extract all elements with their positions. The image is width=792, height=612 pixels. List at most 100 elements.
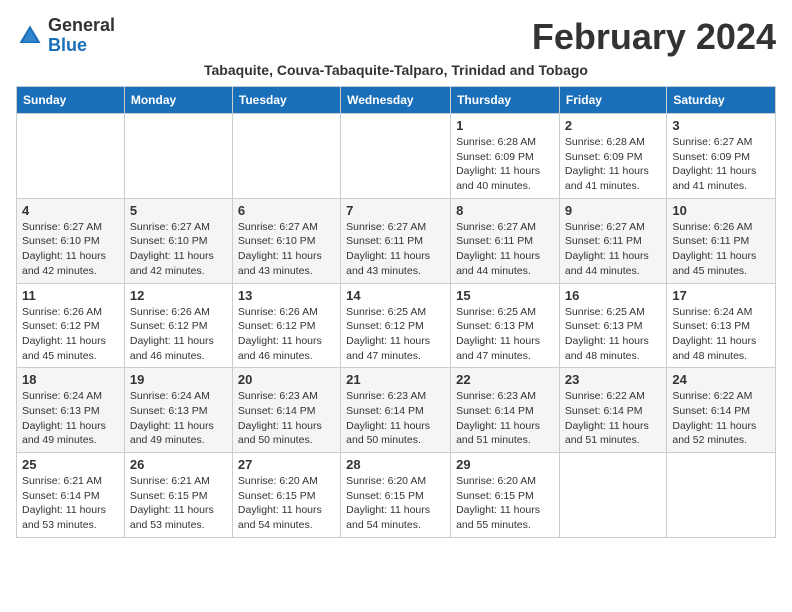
calendar-week-2: 4 Sunrise: 6:27 AM Sunset: 6:10 PM Daylig…: [17, 198, 776, 283]
day-info: Sunrise: 6:25 AM Sunset: 6:12 PM Dayligh…: [346, 305, 445, 364]
day-info: Sunrise: 6:27 AM Sunset: 6:09 PM Dayligh…: [672, 135, 770, 194]
day-info: Sunrise: 6:26 AM Sunset: 6:11 PM Dayligh…: [672, 220, 770, 279]
calendar-cell: 2 Sunrise: 6:28 AM Sunset: 6:09 PM Daylig…: [559, 114, 666, 199]
day-number: 15: [456, 288, 554, 303]
day-info: Sunrise: 6:24 AM Sunset: 6:13 PM Dayligh…: [130, 389, 227, 448]
day-number: 24: [672, 372, 770, 387]
day-info: Sunrise: 6:25 AM Sunset: 6:13 PM Dayligh…: [565, 305, 661, 364]
day-number: 26: [130, 457, 227, 472]
day-number: 4: [22, 203, 119, 218]
day-info: Sunrise: 6:28 AM Sunset: 6:09 PM Dayligh…: [456, 135, 554, 194]
calendar-cell: 5 Sunrise: 6:27 AM Sunset: 6:10 PM Daylig…: [124, 198, 232, 283]
calendar-cell: 22 Sunrise: 6:23 AM Sunset: 6:14 PM Dayli…: [451, 368, 560, 453]
day-number: 12: [130, 288, 227, 303]
calendar-cell: 14 Sunrise: 6:25 AM Sunset: 6:12 PM Dayli…: [341, 283, 451, 368]
day-info: Sunrise: 6:27 AM Sunset: 6:11 PM Dayligh…: [565, 220, 661, 279]
day-number: 25: [22, 457, 119, 472]
weekday-header-wednesday: Wednesday: [341, 87, 451, 114]
day-number: 21: [346, 372, 445, 387]
day-number: 17: [672, 288, 770, 303]
weekday-header-friday: Friday: [559, 87, 666, 114]
calendar-cell: [667, 453, 776, 538]
calendar-cell: [341, 114, 451, 199]
day-info: Sunrise: 6:22 AM Sunset: 6:14 PM Dayligh…: [565, 389, 661, 448]
day-number: 23: [565, 372, 661, 387]
day-info: Sunrise: 6:27 AM Sunset: 6:10 PM Dayligh…: [130, 220, 227, 279]
calendar-cell: 11 Sunrise: 6:26 AM Sunset: 6:12 PM Dayli…: [17, 283, 125, 368]
month-title: February 2024: [532, 16, 776, 58]
weekday-header-row: SundayMondayTuesdayWednesdayThursdayFrid…: [17, 87, 776, 114]
logo-blue: Blue: [48, 35, 87, 55]
day-info: Sunrise: 6:26 AM Sunset: 6:12 PM Dayligh…: [130, 305, 227, 364]
weekday-header-tuesday: Tuesday: [232, 87, 340, 114]
logo-text: General Blue: [48, 16, 115, 56]
calendar: SundayMondayTuesdayWednesdayThursdayFrid…: [16, 86, 776, 538]
calendar-cell: [124, 114, 232, 199]
day-number: 8: [456, 203, 554, 218]
calendar-cell: 23 Sunrise: 6:22 AM Sunset: 6:14 PM Dayli…: [559, 368, 666, 453]
day-number: 19: [130, 372, 227, 387]
calendar-cell: 3 Sunrise: 6:27 AM Sunset: 6:09 PM Daylig…: [667, 114, 776, 199]
day-info: Sunrise: 6:23 AM Sunset: 6:14 PM Dayligh…: [456, 389, 554, 448]
calendar-cell: 15 Sunrise: 6:25 AM Sunset: 6:13 PM Dayli…: [451, 283, 560, 368]
day-number: 9: [565, 203, 661, 218]
day-info: Sunrise: 6:28 AM Sunset: 6:09 PM Dayligh…: [565, 135, 661, 194]
calendar-cell: 9 Sunrise: 6:27 AM Sunset: 6:11 PM Daylig…: [559, 198, 666, 283]
calendar-week-3: 11 Sunrise: 6:26 AM Sunset: 6:12 PM Dayli…: [17, 283, 776, 368]
day-info: Sunrise: 6:24 AM Sunset: 6:13 PM Dayligh…: [672, 305, 770, 364]
calendar-cell: 17 Sunrise: 6:24 AM Sunset: 6:13 PM Dayli…: [667, 283, 776, 368]
calendar-cell: [559, 453, 666, 538]
logo: General Blue: [16, 16, 115, 56]
day-info: Sunrise: 6:27 AM Sunset: 6:11 PM Dayligh…: [346, 220, 445, 279]
day-info: Sunrise: 6:21 AM Sunset: 6:15 PM Dayligh…: [130, 474, 227, 533]
calendar-cell: 4 Sunrise: 6:27 AM Sunset: 6:10 PM Daylig…: [17, 198, 125, 283]
calendar-cell: 13Sunrise: 6:26 AM Sunset: 6:12 PM Dayli…: [232, 283, 340, 368]
day-info: Sunrise: 6:24 AM Sunset: 6:13 PM Dayligh…: [22, 389, 119, 448]
weekday-header-saturday: Saturday: [667, 87, 776, 114]
subtitle: Tabaquite, Couva-Tabaquite-Talparo, Trin…: [16, 62, 776, 78]
calendar-cell: 8 Sunrise: 6:27 AM Sunset: 6:11 PM Daylig…: [451, 198, 560, 283]
day-number: 7: [346, 203, 445, 218]
calendar-cell: 6Sunrise: 6:27 AM Sunset: 6:10 PM Daylig…: [232, 198, 340, 283]
calendar-cell: 26 Sunrise: 6:21 AM Sunset: 6:15 PM Dayli…: [124, 453, 232, 538]
calendar-week-1: 1 Sunrise: 6:28 AM Sunset: 6:09 PM Daylig…: [17, 114, 776, 199]
day-info: Sunrise: 6:23 AM Sunset: 6:14 PM Dayligh…: [346, 389, 445, 448]
day-info: Sunrise: 6:26 AM Sunset: 6:12 PM Dayligh…: [238, 305, 335, 364]
day-number: 3: [672, 118, 770, 133]
day-info: Sunrise: 6:23 AM Sunset: 6:14 PM Dayligh…: [238, 389, 335, 448]
calendar-cell: [17, 114, 125, 199]
day-info: Sunrise: 6:25 AM Sunset: 6:13 PM Dayligh…: [456, 305, 554, 364]
day-number: 2: [565, 118, 661, 133]
calendar-cell: 19 Sunrise: 6:24 AM Sunset: 6:13 PM Dayli…: [124, 368, 232, 453]
day-info: Sunrise: 6:20 AM Sunset: 6:15 PM Dayligh…: [456, 474, 554, 533]
calendar-week-4: 18 Sunrise: 6:24 AM Sunset: 6:13 PM Dayli…: [17, 368, 776, 453]
day-number: 14: [346, 288, 445, 303]
calendar-cell: 28Sunrise: 6:20 AM Sunset: 6:15 PM Dayli…: [341, 453, 451, 538]
calendar-cell: 25Sunrise: 6:21 AM Sunset: 6:14 PM Dayli…: [17, 453, 125, 538]
logo-icon: [16, 22, 44, 50]
logo-general: General: [48, 15, 115, 35]
weekday-header-monday: Monday: [124, 87, 232, 114]
calendar-cell: 27Sunrise: 6:20 AM Sunset: 6:15 PM Dayli…: [232, 453, 340, 538]
weekday-header-sunday: Sunday: [17, 87, 125, 114]
day-info: Sunrise: 6:27 AM Sunset: 6:11 PM Dayligh…: [456, 220, 554, 279]
calendar-cell: 12 Sunrise: 6:26 AM Sunset: 6:12 PM Dayli…: [124, 283, 232, 368]
calendar-cell: 20 Sunrise: 6:23 AM Sunset: 6:14 PM Dayli…: [232, 368, 340, 453]
day-info: Sunrise: 6:20 AM Sunset: 6:15 PM Dayligh…: [346, 474, 445, 533]
day-number: 11: [22, 288, 119, 303]
calendar-cell: 7 Sunrise: 6:27 AM Sunset: 6:11 PM Daylig…: [341, 198, 451, 283]
header: General Blue February 2024: [16, 16, 776, 58]
calendar-cell: 16Sunrise: 6:25 AM Sunset: 6:13 PM Dayli…: [559, 283, 666, 368]
day-number: 6: [238, 203, 335, 218]
day-info: Sunrise: 6:27 AM Sunset: 6:10 PM Dayligh…: [22, 220, 119, 279]
day-info: Sunrise: 6:26 AM Sunset: 6:12 PM Dayligh…: [22, 305, 119, 364]
calendar-cell: 24Sunrise: 6:22 AM Sunset: 6:14 PM Dayli…: [667, 368, 776, 453]
day-number: 1: [456, 118, 554, 133]
day-number: 27: [238, 457, 335, 472]
day-number: 18: [22, 372, 119, 387]
calendar-week-5: 25Sunrise: 6:21 AM Sunset: 6:14 PM Dayli…: [17, 453, 776, 538]
day-number: 22: [456, 372, 554, 387]
day-number: 29: [456, 457, 554, 472]
day-number: 5: [130, 203, 227, 218]
day-number: 20: [238, 372, 335, 387]
